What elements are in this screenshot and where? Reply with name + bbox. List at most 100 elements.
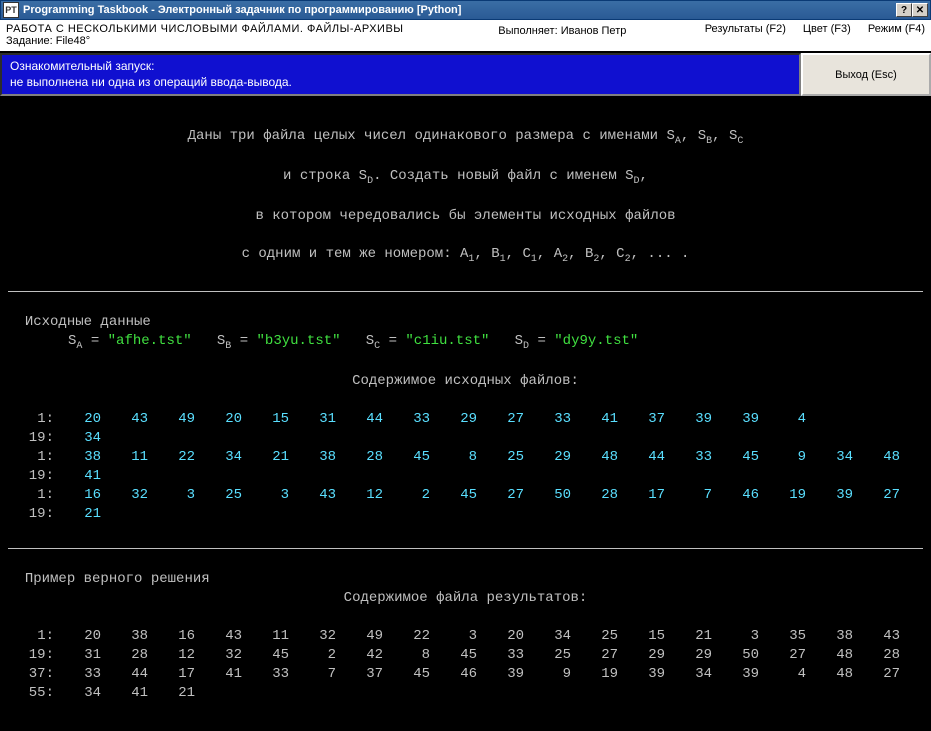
status-line1: Ознакомительный запуск: xyxy=(10,59,791,75)
data-cell: 28 xyxy=(101,646,148,665)
data-cell: 29 xyxy=(665,646,712,665)
data-cell: 32 xyxy=(195,646,242,665)
task-desc-line4: с одним и тем же номером: A1, B1, C1, A2… xyxy=(8,245,923,266)
data-cell: 29 xyxy=(524,448,571,467)
data-cell: 44 xyxy=(618,448,665,467)
data-cell: 29 xyxy=(430,410,477,429)
data-cell: 4 xyxy=(759,665,806,684)
data-cell: 19 xyxy=(571,665,618,684)
help-button[interactable]: ? xyxy=(896,3,912,17)
data-cell: 45 xyxy=(430,486,477,505)
row-index: 55: xyxy=(8,684,54,703)
data-cell: 50 xyxy=(712,646,759,665)
data-cell: 48 xyxy=(571,448,618,467)
row-index: 37: xyxy=(8,665,54,684)
data-cell: 25 xyxy=(524,646,571,665)
data-cell: 29 xyxy=(618,646,665,665)
data-cell: 31 xyxy=(289,410,336,429)
data-cell: 46 xyxy=(712,486,759,505)
data-cell: 34 xyxy=(524,627,571,646)
data-cell: 44 xyxy=(336,410,383,429)
data-row: 1:2038164311324922320342515213353843 xyxy=(8,627,923,646)
data-cell: 22 xyxy=(383,627,430,646)
data-cell: 3 xyxy=(712,627,759,646)
data-cell: 43 xyxy=(853,627,900,646)
data-cell: 8 xyxy=(430,448,477,467)
data-cell: 27 xyxy=(477,410,524,429)
data-cell: 20 xyxy=(54,627,101,646)
data-cell: 45 xyxy=(242,646,289,665)
data-cell: 15 xyxy=(618,627,665,646)
data-cell: 46 xyxy=(430,665,477,684)
data-row: 1:3811223421382845825294844334593448 xyxy=(8,448,923,467)
data-cell: 45 xyxy=(383,665,430,684)
data-cell: 39 xyxy=(712,665,759,684)
data-cell: 27 xyxy=(853,665,900,684)
data-cell: 21 xyxy=(54,505,101,524)
hotkey-mode[interactable]: Режим (F4) xyxy=(868,23,925,35)
status-message: Ознакомительный запуск: не выполнена ни … xyxy=(0,53,801,96)
data-cell: 43 xyxy=(101,410,148,429)
data-cell: 41 xyxy=(571,410,618,429)
row-index: 19: xyxy=(8,429,54,448)
data-cell: 7 xyxy=(665,486,712,505)
data-cell: 16 xyxy=(54,486,101,505)
data-cell: 15 xyxy=(242,410,289,429)
data-cell: 12 xyxy=(148,646,195,665)
data-cell: 39 xyxy=(477,665,524,684)
data-cell: 12 xyxy=(336,486,383,505)
row-index: 1: xyxy=(8,410,54,429)
close-button[interactable]: ✕ xyxy=(912,3,928,17)
exit-button[interactable]: Выход (Esc) xyxy=(801,53,931,96)
data-cell: 38 xyxy=(101,627,148,646)
data-cell: 22 xyxy=(148,448,195,467)
data-cell: 37 xyxy=(336,665,383,684)
row-index: 19: xyxy=(8,646,54,665)
data-cell: 11 xyxy=(101,448,148,467)
data-cell: 28 xyxy=(336,448,383,467)
row-index: 1: xyxy=(8,448,54,467)
data-cell: 2 xyxy=(289,646,336,665)
data-cell: 17 xyxy=(148,665,195,684)
data-row: 37:334417413373745463991939343944827 xyxy=(8,665,923,684)
divider xyxy=(8,291,923,292)
status-line2: не выполнена ни одна из операций ввода-в… xyxy=(10,75,791,91)
data-cell: 37 xyxy=(618,410,665,429)
data-row: 1:16323253431224527502817746193927 xyxy=(8,486,923,505)
row-index: 1: xyxy=(8,486,54,505)
data-cell: 8 xyxy=(383,646,430,665)
data-cell: 34 xyxy=(54,684,101,703)
data-cell: 33 xyxy=(524,410,571,429)
data-cell: 33 xyxy=(665,448,712,467)
data-cell: 39 xyxy=(712,410,759,429)
data-cell: 2 xyxy=(383,486,430,505)
data-cell: 33 xyxy=(477,646,524,665)
data-cell: 38 xyxy=(54,448,101,467)
data-cell: 33 xyxy=(54,665,101,684)
row-index: 1: xyxy=(8,627,54,646)
task-desc-line2: и строка SD. Создать новый файл с именем… xyxy=(8,167,923,188)
data-cell: 27 xyxy=(759,646,806,665)
row-index: 19: xyxy=(8,505,54,524)
data-cell: 27 xyxy=(571,646,618,665)
task-id: Задание: File48° xyxy=(6,35,434,47)
section-input-title: Исходные данные xyxy=(8,314,151,330)
data-cell: 50 xyxy=(524,486,571,505)
window-title: Programming Taskbook - Электронный задач… xyxy=(23,4,896,16)
data-cell: 39 xyxy=(665,410,712,429)
data-cell: 32 xyxy=(289,627,336,646)
task-desc-line3: в котором чередовались бы элементы исход… xyxy=(8,207,923,226)
hotkey-results[interactable]: Результаты (F2) xyxy=(705,23,786,35)
data-cell: 35 xyxy=(759,627,806,646)
data-cell: 48 xyxy=(853,448,900,467)
task-category: РАБОТА С НЕСКОЛЬКИМИ ЧИСЛОВЫМИ ФАЙЛАМИ. … xyxy=(6,23,434,35)
divider xyxy=(8,548,923,549)
data-cell: 28 xyxy=(571,486,618,505)
data-row: 19:3128123245242845332527292950274828 xyxy=(8,646,923,665)
hotkey-color[interactable]: Цвет (F3) xyxy=(803,23,851,35)
data-cell: 21 xyxy=(242,448,289,467)
data-cell: 43 xyxy=(195,627,242,646)
data-cell: 32 xyxy=(101,486,148,505)
data-cell: 48 xyxy=(806,646,853,665)
data-cell: 27 xyxy=(477,486,524,505)
